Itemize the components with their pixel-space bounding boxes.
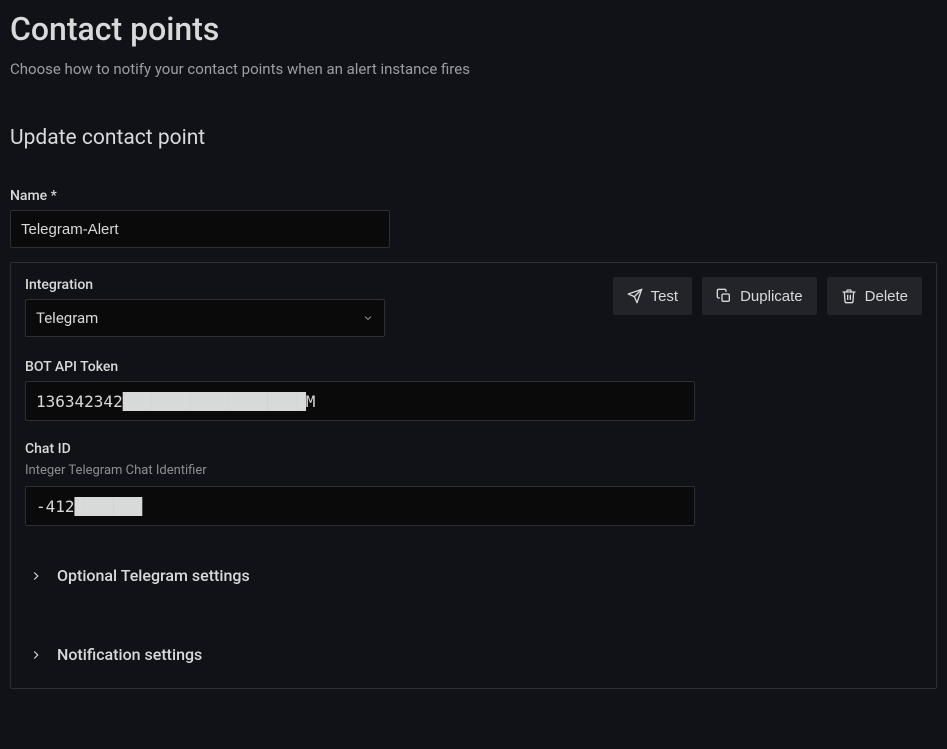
duplicate-button[interactable]: Duplicate [702, 277, 817, 315]
chat-id-input[interactable] [25, 486, 695, 526]
bot-token-group: BOT API Token [25, 359, 922, 421]
integration-panel: Integration Telegram Test [10, 262, 937, 689]
delete-button-label: Delete [865, 288, 908, 305]
page-subtitle: Choose how to notify your contact points… [10, 60, 937, 78]
chevron-down-icon [362, 312, 374, 324]
test-button[interactable]: Test [613, 277, 693, 315]
name-field-group: Name * [10, 188, 937, 248]
notification-settings-label: Notification settings [57, 645, 202, 664]
chat-id-label: Chat ID [25, 441, 922, 457]
integration-select[interactable]: Telegram [25, 299, 385, 337]
bot-token-label: BOT API Token [25, 359, 922, 375]
name-label: Name * [10, 188, 937, 204]
chevron-right-icon [29, 648, 43, 662]
delete-button[interactable]: Delete [827, 277, 922, 315]
test-button-label: Test [651, 288, 679, 305]
trash-icon [841, 288, 857, 304]
copy-icon [716, 288, 732, 304]
integration-field-group: Integration Telegram [25, 277, 385, 337]
optional-telegram-settings-expander[interactable]: Optional Telegram settings [25, 546, 922, 595]
optional-settings-label: Optional Telegram settings [57, 566, 250, 585]
chevron-right-icon [29, 569, 43, 583]
section-title: Update contact point [10, 126, 937, 150]
page-title: Contact points [10, 10, 937, 48]
chat-id-help: Integer Telegram Chat Identifier [25, 463, 922, 478]
integration-label: Integration [25, 277, 385, 293]
integration-selected-value: Telegram [36, 309, 98, 327]
panel-header: Integration Telegram Test [25, 277, 922, 337]
notification-settings-expander[interactable]: Notification settings [25, 625, 922, 674]
bot-token-input[interactable] [25, 381, 695, 421]
chat-id-group: Chat ID Integer Telegram Chat Identifier [25, 441, 922, 526]
name-input[interactable] [10, 210, 390, 248]
panel-actions: Test Duplicate Delete [397, 277, 922, 315]
duplicate-button-label: Duplicate [740, 288, 803, 305]
send-icon [627, 288, 643, 304]
